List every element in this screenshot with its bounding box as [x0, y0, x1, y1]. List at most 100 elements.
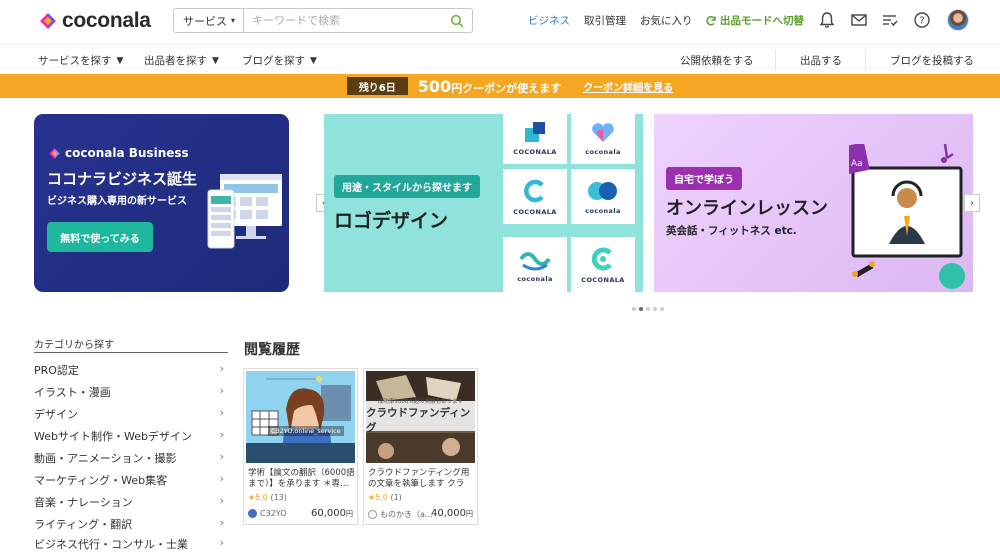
chevron-right-icon: › [219, 494, 224, 507]
logo-design-slide[interactable]: 用途・スタイルから探せます ロゴデザイン [324, 114, 500, 292]
business-slide[interactable]: coconala Business ココナラビジネス誕生 ビジネス購入専用の新サ… [34, 114, 289, 292]
coconala-logo[interactable]: coconala [38, 9, 151, 33]
checklist-icon[interactable] [881, 11, 899, 29]
seller-name: ものかき（a… [380, 510, 433, 519]
subnav-find-sellers-label: 出品者を探す [144, 55, 207, 67]
service-thumbnail: 成功率1000%超の実績もあります クラウドファンディング [366, 371, 475, 463]
divider [34, 352, 228, 353]
service-card[interactable]: C32YO.online_service 学術【論文の翻訳（6000語まで）】を… [243, 368, 358, 525]
logo-samples-grid: COCONALA coconala COCONALA coconala coco… [500, 114, 643, 292]
logo-mark-icon [40, 13, 56, 29]
seller-avatar-icon [368, 510, 377, 519]
mail-icon[interactable] [850, 11, 868, 29]
service-title[interactable]: 学術【論文の翻訳（6000語まで）】を承ります ＊専… [248, 468, 355, 490]
service-thumbnail: C32YO.online_service [246, 371, 355, 463]
subnav-find-sellers[interactable]: 出品者を探す ▼ [144, 53, 219, 68]
nav-transactions[interactable]: 取引管理 [584, 13, 626, 28]
chevron-right-icon: › [219, 428, 224, 441]
nav-business[interactable]: ビジネス [528, 13, 570, 28]
category-item[interactable]: ライティング・翻訳 › [34, 516, 224, 532]
business-brand: coconala Business [48, 146, 189, 160]
review-count: (13) [270, 493, 287, 502]
category-item[interactable]: ビジネス代行・コンサル・士業 › [34, 536, 224, 552]
chevron-right-icon: › [219, 406, 224, 419]
rating-value: 5.0 [375, 493, 388, 502]
chevron-down-icon: ▼ [116, 55, 124, 66]
category-label: Webサイト制作・Webデザイン [34, 430, 192, 443]
header: coconala サービス ▾ ビジネス 取引管理 お気に入り 出品モードへ切替 [0, 0, 1000, 44]
chevron-right-icon: › [219, 472, 224, 485]
service-card[interactable]: 成功率1000%超の実績もあります クラウドファンディング クラウドファンディン… [363, 368, 478, 525]
category-label: デザイン [34, 408, 78, 421]
coupon-amount: 500 [417, 76, 452, 96]
chevron-down-icon: ▼ [212, 55, 219, 66]
divider [775, 50, 776, 70]
online-lesson-subtitle: 英会話・フィットネス etc. [666, 225, 797, 237]
subnav-post-request[interactable]: 公開依頼をする [680, 53, 754, 68]
logo-sample-label: COCONALA [581, 275, 625, 284]
online-lesson-title: オンラインレッスン [666, 198, 828, 219]
price-unit: 円 [346, 510, 353, 518]
business-subtitle: ビジネス購入専用の新サービス [47, 196, 187, 207]
service-price: 60,000円 [311, 508, 353, 519]
thumbnail-subcaption: 成功率1000%超の実績もあります [377, 399, 464, 405]
subnav-find-blogs[interactable]: ブログを探す ▼ [242, 53, 317, 68]
category-item[interactable]: 音楽・ナレーション › [34, 494, 224, 510]
carousel-dot[interactable] [653, 307, 657, 311]
category-label: ビジネス代行・コンサル・士業 [34, 538, 188, 551]
category-label: マーケティング・Web集客 [34, 474, 168, 487]
heart-icon [592, 123, 614, 142]
nav-favorites[interactable]: お気に入り [640, 13, 693, 28]
logo-sample-label: coconala [585, 206, 621, 215]
subnav-find-blogs-label: ブログを探す [242, 55, 305, 67]
carousel-dot[interactable] [632, 307, 636, 311]
logo-design-title: ロゴデザイン [334, 210, 449, 232]
service-title[interactable]: クラウドファンディング用の文章を執筆します クラフ… [368, 468, 475, 490]
category-item[interactable]: マーケティング・Web集客 › [34, 472, 224, 488]
try-free-button[interactable]: 無料で使ってみる [47, 222, 153, 252]
online-lesson-slide[interactable]: 自宅で学ぼう オンラインレッスン 英会話・フィットネス etc. Aa [654, 114, 973, 292]
switch-seller-mode-link[interactable]: 出品モードへ切替 [705, 13, 804, 28]
logo-sample: coconala [503, 237, 567, 292]
service-price: 40,000円 [431, 508, 473, 519]
subnav-post-blog[interactable]: ブログを投稿する [890, 53, 974, 68]
search-button[interactable] [442, 9, 472, 32]
chevron-down-icon: ▾ [231, 16, 236, 25]
logo-sample-label: coconala [517, 274, 553, 283]
category-label: 音楽・ナレーション [34, 496, 133, 509]
seller-name: C32YO [260, 509, 287, 518]
carousel-dot-active[interactable] [639, 307, 643, 311]
coupon-text: 500円クーポンが使えます [418, 77, 561, 96]
category-label: ライティング・翻訳 [34, 518, 133, 531]
category-item[interactable]: デザイン › [34, 406, 224, 422]
search-input[interactable] [244, 9, 442, 32]
category-label: 動画・アニメーション・撮影 [34, 452, 177, 465]
category-heading: カテゴリから探す [34, 340, 114, 351]
subnav-sell[interactable]: 出品する [800, 53, 842, 68]
search-category-label: サービス [183, 14, 227, 28]
thumbnail-illustration [246, 371, 355, 463]
user-avatar[interactable] [947, 9, 969, 31]
bell-icon[interactable] [818, 11, 836, 29]
help-icon[interactable]: ? [913, 11, 931, 29]
carousel-dot[interactable] [660, 307, 664, 311]
chevron-right-icon: › [219, 362, 224, 375]
category-item[interactable]: イラスト・漫画 › [34, 384, 224, 400]
online-lesson-illustration: Aa [849, 144, 965, 289]
carousel-dots [632, 307, 664, 311]
refresh-icon [706, 15, 716, 26]
category-item[interactable]: 動画・アニメーション・撮影 › [34, 450, 224, 466]
c-letter-icon [524, 179, 544, 202]
carousel-next-button[interactable]: › [964, 194, 980, 212]
category-item[interactable]: PRO認定 › [34, 362, 224, 378]
coupon-text-label: 円クーポンが使えます [451, 81, 562, 95]
logo-sample: coconala [571, 169, 635, 224]
subnav-find-services[interactable]: サービスを探す ▼ [38, 53, 123, 68]
coupon-details-link[interactable]: クーポン詳細を見る [583, 79, 673, 94]
service-rating: ★5.0 (1) [368, 493, 402, 502]
carousel-dot[interactable] [646, 307, 650, 311]
coupon-banner: 残り6日 500円クーポンが使えます クーポン詳細を見る [0, 74, 1000, 98]
sub-navigation: サービスを探す ▼ 出品者を探す ▼ ブログを探す ▼ 公開依頼をする 出品する… [0, 44, 1000, 74]
search-category-select[interactable]: サービス ▾ [174, 9, 244, 32]
category-item[interactable]: Webサイト制作・Webデザイン › [34, 428, 224, 444]
